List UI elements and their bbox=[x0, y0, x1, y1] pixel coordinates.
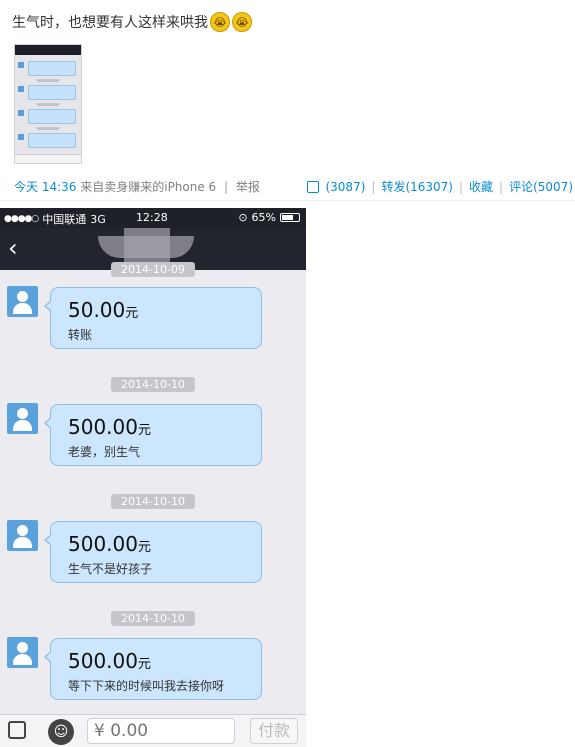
report-link[interactable]: 举报 bbox=[236, 180, 260, 194]
signal-icon: ●●●●○ bbox=[4, 214, 39, 224]
pay-button[interactable]: 付款 bbox=[250, 718, 298, 744]
currency-unit: 元 bbox=[125, 306, 139, 321]
avatar[interactable] bbox=[7, 286, 38, 317]
clock: 12:28 bbox=[136, 211, 168, 224]
comment-button[interactable]: 评论(5007) bbox=[509, 178, 573, 195]
avatar[interactable] bbox=[7, 520, 38, 551]
post-caption: 生气时，也想要有人这样来哄我 bbox=[12, 15, 208, 31]
post-image-thumbnail[interactable] bbox=[14, 44, 82, 164]
post-actions: (3087) | 转发(16307) | 收藏 | 评论(5007) bbox=[307, 178, 573, 195]
transfer-note: 生气不是好孩子 bbox=[68, 562, 153, 576]
phone-screenshot: ●●●●○ 中国联通 3G 12:28 ⊙ 65% ‹ 2014-10-09 5… bbox=[0, 208, 306, 747]
currency-unit: 元 bbox=[137, 540, 151, 555]
date-divider: 2014-10-10 bbox=[111, 494, 195, 509]
transfer-note: 老婆，别生气 bbox=[68, 445, 141, 459]
currency-unit: 元 bbox=[137, 423, 151, 438]
transfer-amount: 500.00 bbox=[68, 532, 138, 556]
transfer-amount: 50.00 bbox=[68, 298, 126, 322]
like-count[interactable]: (3087) bbox=[325, 180, 365, 194]
input-bar: ☺ 付款 bbox=[0, 714, 306, 747]
rotation-lock-icon: ⊙ bbox=[238, 211, 248, 224]
status-bar: ●●●●○ 中国联通 3G 12:28 ⊙ 65% bbox=[0, 208, 306, 228]
network-label: 3G bbox=[90, 212, 106, 226]
date-divider: 2014-10-10 bbox=[111, 377, 195, 392]
transfer-bubble[interactable]: 500.00元 生气不是好孩子 bbox=[44, 521, 262, 583]
transfer-note: 等下下来的时候叫我去接你呀 bbox=[68, 679, 225, 693]
post-source: 来自卖身赚来的iPhone 6 bbox=[80, 180, 217, 194]
post-time[interactable]: 今天 14:36 bbox=[14, 180, 76, 194]
thumbs-up-icon[interactable] bbox=[307, 180, 320, 193]
avatar[interactable] bbox=[7, 637, 38, 668]
transfer-amount: 500.00 bbox=[68, 415, 138, 439]
crying-face-icon: 😭 bbox=[210, 12, 230, 32]
date-divider: 2014-10-10 bbox=[111, 611, 195, 626]
amount-input[interactable] bbox=[87, 718, 235, 744]
transfer-bubble[interactable]: 500.00元 等下下来的时候叫我去接你呀 bbox=[44, 638, 262, 700]
date-divider: 2014-10-09 bbox=[111, 262, 195, 277]
favorite-button[interactable]: 收藏 bbox=[469, 178, 493, 195]
carrier-label: 中国联通 bbox=[42, 213, 87, 226]
avatar[interactable] bbox=[7, 403, 38, 434]
battery-percent: 65% bbox=[251, 211, 276, 224]
post-text: 生气时，也想要有人这样来哄我 😭 😭 bbox=[12, 12, 252, 32]
divider bbox=[0, 200, 575, 201]
blurred-title bbox=[98, 236, 194, 258]
transfer-bubble[interactable]: 50.00元 转账 bbox=[44, 287, 262, 349]
battery-icon bbox=[280, 213, 300, 222]
back-chevron-icon[interactable]: ‹ bbox=[8, 234, 34, 262]
emoji-icon[interactable]: ☺ bbox=[48, 719, 74, 745]
crying-face-icon: 😭 bbox=[232, 12, 252, 32]
repost-button[interactable]: 转发(16307) bbox=[381, 178, 453, 195]
currency-unit: 元 bbox=[137, 657, 151, 672]
transfer-amount: 500.00 bbox=[68, 649, 138, 673]
transfer-note: 转账 bbox=[68, 328, 93, 342]
edit-icon[interactable] bbox=[8, 721, 26, 739]
transfer-bubble[interactable]: 500.00元 老婆，别生气 bbox=[44, 404, 262, 466]
